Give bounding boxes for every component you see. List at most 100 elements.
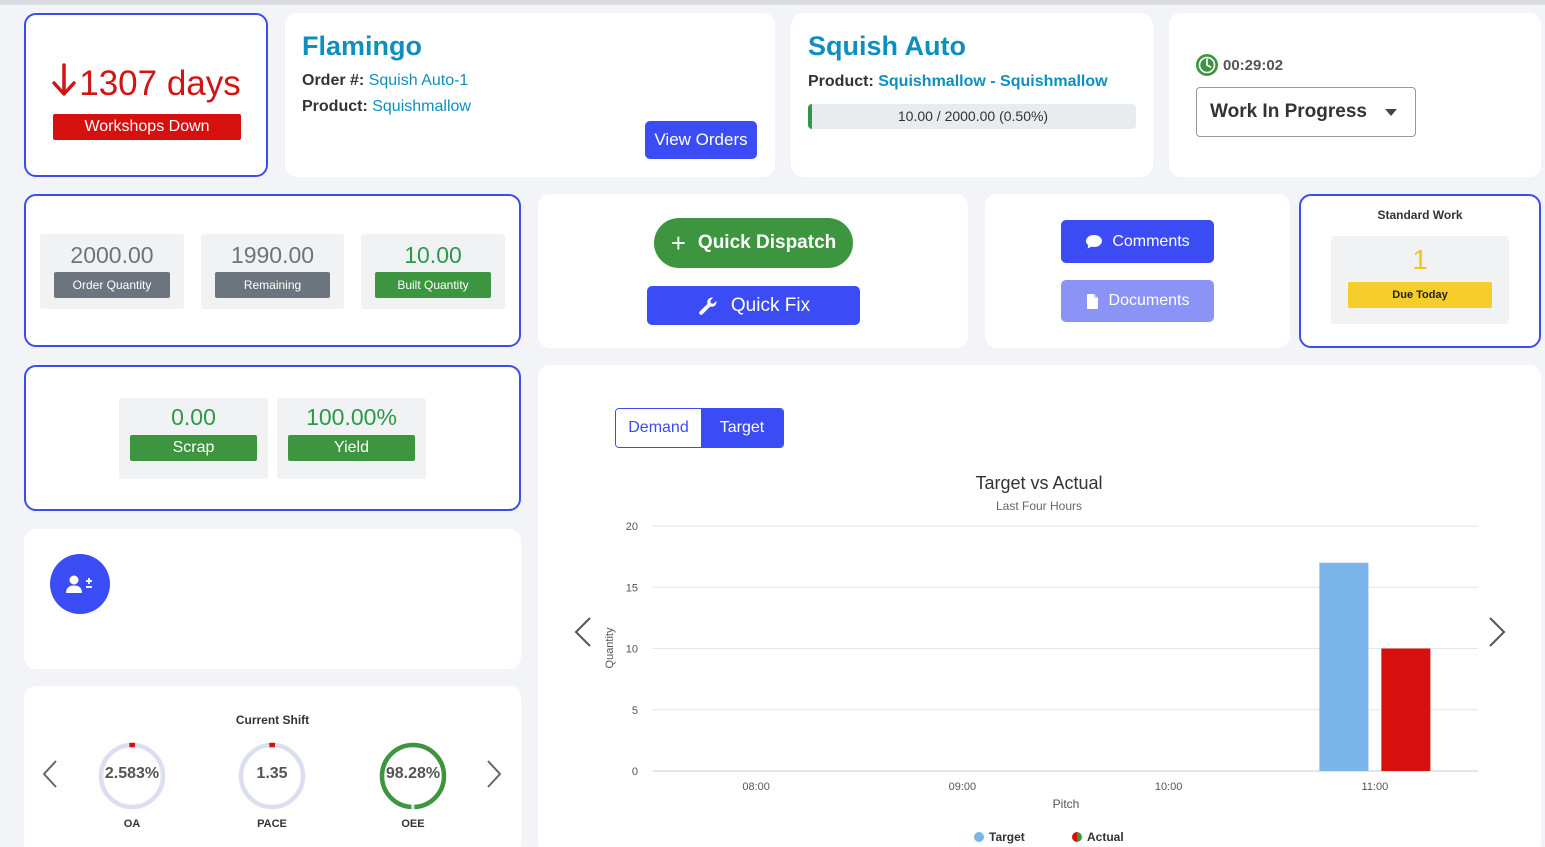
chevron-left-icon[interactable] xyxy=(40,758,60,790)
gauge-oee-value: 98.28% xyxy=(385,765,441,782)
y-tick-label: 5 xyxy=(632,705,638,717)
documents-button[interactable]: Documents xyxy=(1061,280,1214,322)
bar-actual-1100[interactable] xyxy=(1381,648,1431,772)
chart-card: Demand Target Target vs Actual Last Four… xyxy=(538,365,1541,847)
order-quantity-label: Order Quantity xyxy=(54,272,170,298)
gauge-oee-label: OEE xyxy=(401,818,425,830)
due-today-badge: Due Today xyxy=(1348,282,1492,308)
wrench-icon xyxy=(699,297,717,315)
standard-work-count: 1 xyxy=(1412,244,1428,275)
comments-label: Comments xyxy=(1112,233,1190,250)
item-product: Product: Squishmallow - Squishmallow xyxy=(808,73,1108,91)
timer: 00:29:02 xyxy=(1195,53,1283,77)
built-quantity-tile: 10.00 Built Quantity xyxy=(361,234,505,309)
gauge-pace-label: PACE xyxy=(257,818,287,830)
add-operator-button[interactable] xyxy=(50,554,110,614)
gauge-pace: 1.35 xyxy=(237,741,307,811)
gauge-oee: 98.28% xyxy=(378,741,448,811)
y-tick-label: 20 xyxy=(626,521,638,533)
yield-label: Yield xyxy=(288,435,415,461)
remaining-tile: 1990.00 Remaining xyxy=(201,234,344,309)
status-dropdown[interactable]: Work In Progress xyxy=(1196,87,1416,137)
scrap-value: 0.00 xyxy=(171,404,216,430)
chevron-right-icon[interactable] xyxy=(484,758,504,790)
view-orders-button[interactable]: View Orders xyxy=(645,121,757,159)
chart-legend: Target Actual xyxy=(974,830,1124,844)
plus-icon: + xyxy=(670,228,686,258)
order-quantity-value: 2000.00 xyxy=(70,242,154,268)
legend-actual-marker-left xyxy=(1072,832,1077,842)
built-quantity-label: Built Quantity xyxy=(375,272,491,298)
standard-work-title: Standard Work xyxy=(1377,208,1463,222)
remaining-value: 1990.00 xyxy=(230,242,315,268)
x-tick-label: 08:00 xyxy=(742,781,770,793)
order-card: Flamingo Order #: Squish Auto-1 Product:… xyxy=(285,13,775,177)
document-icon xyxy=(1086,293,1098,309)
target-vs-actual-chart: Target vs Actual Last Four Hours 0 5 10 15 2… xyxy=(574,473,1506,844)
legend-actual-marker-right xyxy=(1077,832,1082,842)
progress-text: 10.00 / 2000.00 (0.50%) xyxy=(897,108,1049,124)
quantities-card: 2000.00 Order Quantity 1990.00 Remaining… xyxy=(24,194,521,347)
item-title: Squish Auto xyxy=(808,31,966,61)
x-axis-label: Pitch xyxy=(1053,797,1080,811)
legend-target-marker xyxy=(974,832,984,842)
remaining-label: Remaining xyxy=(215,272,330,298)
yield-tile: 100.00% Yield xyxy=(277,398,426,479)
notes-card: Comments Documents xyxy=(985,194,1290,348)
overdue-card: 1307 days Workshops Down xyxy=(24,13,268,177)
comments-button[interactable]: Comments xyxy=(1061,220,1214,263)
documents-label: Documents xyxy=(1108,292,1190,309)
chart-subtitle: Last Four Hours xyxy=(996,499,1082,513)
scrap-tile: 0.00 Scrap xyxy=(119,398,268,479)
quick-fix-label: Quick Fix xyxy=(730,295,811,316)
overdue-days: 1307 days xyxy=(79,64,241,103)
quick-dispatch-button[interactable]: + Quick Dispatch xyxy=(654,218,853,268)
standard-work-tile: 1 Due Today xyxy=(1331,236,1509,324)
order-title: Flamingo xyxy=(302,31,422,61)
progress-bar: 10.00 / 2000.00 (0.50%) xyxy=(808,104,1136,129)
x-tick-label: 11:00 xyxy=(1362,781,1389,793)
quick-dispatch-label: Quick Dispatch xyxy=(697,232,837,253)
operator-card xyxy=(24,529,521,669)
order-number: Order #: Squish Auto-1 xyxy=(302,72,468,90)
top-bar xyxy=(0,0,1545,5)
status-badge: Workshops Down xyxy=(53,114,241,140)
legend-target-label[interactable]: Target xyxy=(989,830,1025,844)
chart-title: Target vs Actual xyxy=(975,473,1102,493)
arrow-down-icon xyxy=(52,63,76,96)
gauge-oa-value: 2.583% xyxy=(104,765,160,782)
timer-value: 00:29:02 xyxy=(1223,56,1284,74)
item-product-value: Squishmallow - Squishmallow xyxy=(878,73,1108,90)
quality-card: 0.00 Scrap 100.00% Yield xyxy=(24,365,521,511)
chevron-down-icon xyxy=(1385,109,1397,116)
bar-target-1100[interactable] xyxy=(1319,562,1369,771)
order-product: Product: Squishmallow xyxy=(302,98,471,116)
built-quantity-value: 10.00 xyxy=(404,242,462,268)
item-card: Squish Auto Product: Squishmallow - Squi… xyxy=(791,13,1153,177)
current-shift-title: Current Shift xyxy=(235,713,310,727)
item-product-label: Product: xyxy=(808,73,874,90)
legend-actual-label[interactable]: Actual xyxy=(1087,830,1124,844)
chevron-left-icon[interactable] xyxy=(574,617,591,647)
dispatch-card: + Quick Dispatch Quick Fix xyxy=(538,194,968,348)
chevron-right-icon[interactable] xyxy=(1489,617,1506,647)
standard-work-card[interactable]: Standard Work 1 Due Today xyxy=(1299,194,1541,348)
stopwatch-icon xyxy=(1196,54,1218,76)
y-tick-label: 15 xyxy=(626,582,638,594)
status-selected-value: Work In Progress xyxy=(1210,101,1367,122)
comment-icon xyxy=(1086,234,1103,248)
scrap-label: Scrap xyxy=(130,435,257,461)
quick-fix-button[interactable]: Quick Fix xyxy=(647,286,860,325)
gauge-oa: 2.583% xyxy=(97,741,167,811)
y-tick-label: 10 xyxy=(626,644,638,656)
order-number-label: Order #: xyxy=(302,72,365,89)
y-axis-label: Quantity xyxy=(604,627,616,668)
timer-card: 00:29:02 Work In Progress xyxy=(1169,13,1541,177)
order-quantity-tile: 2000.00 Order Quantity xyxy=(40,234,184,309)
order-product-value: Squishmallow xyxy=(372,98,471,115)
gauge-pace-value: 1.35 xyxy=(256,765,288,782)
gauge-oa-label: OA xyxy=(123,818,141,830)
y-tick-label: 0 xyxy=(632,766,638,778)
x-tick-label: 10:00 xyxy=(1155,781,1183,793)
x-tick-label: 09:00 xyxy=(949,781,977,793)
